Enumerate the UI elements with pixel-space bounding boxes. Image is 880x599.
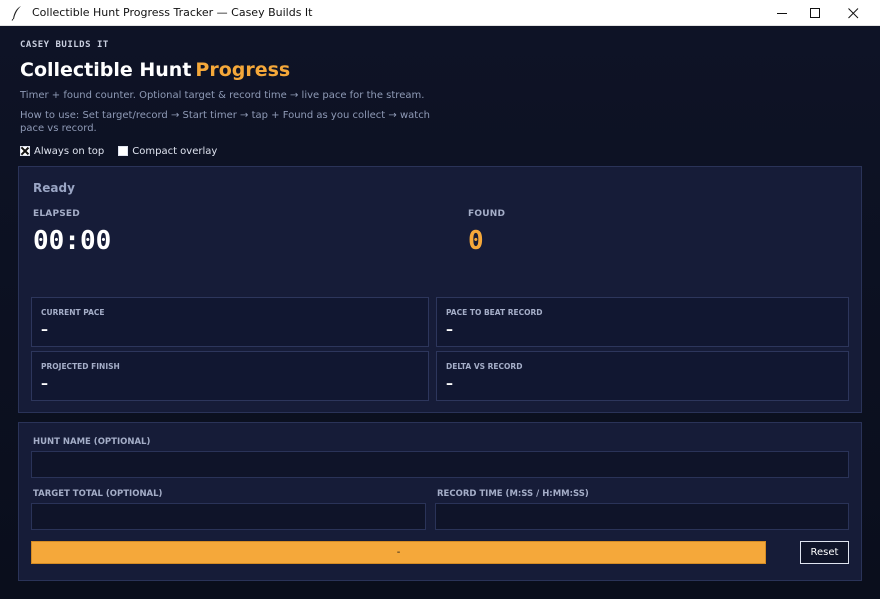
record-time-label: RECORD TIME (M:SS / H:MM:SS)	[437, 489, 589, 499]
close-icon	[848, 8, 859, 19]
options-row: Always on top Compact overlay	[20, 145, 231, 157]
current-pace-card: CURRENT PACE –	[31, 297, 429, 347]
always-on-top-checkbox[interactable]: Always on top	[20, 146, 104, 157]
delta-vs-record-card: DELTA VS RECORD –	[436, 351, 849, 401]
subtitle: Timer + found counter. Optional target &…	[20, 90, 425, 101]
current-pace-label: CURRENT PACE	[41, 308, 105, 317]
settings-form: HUNT NAME (OPTIONAL) TARGET TOTAL (OPTIO…	[18, 422, 862, 581]
maximize-icon	[810, 8, 820, 18]
always-on-top-label: Always on top	[34, 145, 105, 157]
target-total-input[interactable]	[31, 503, 426, 530]
checkbox-unchecked-icon[interactable]	[118, 146, 129, 156]
close-button[interactable]	[836, 0, 872, 26]
compact-overlay-checkbox[interactable]: Compact overlay	[118, 146, 217, 157]
page-title: Collectible Hunt Progress	[20, 59, 290, 81]
projected-finish-label: PROJECTED FINISH	[41, 362, 120, 371]
feather-icon	[11, 6, 21, 21]
delta-vs-record-label: DELTA VS RECORD	[446, 362, 523, 371]
window-title: Collectible Hunt Progress Tracker — Case…	[32, 6, 313, 19]
delta-vs-record-value: –	[446, 376, 453, 392]
stats-panel: Ready ELAPSED 00:00 FOUND 0 CURRENT PACE…	[18, 166, 862, 413]
checkbox-checked-icon[interactable]	[20, 146, 30, 156]
primary-action-button[interactable]: -	[31, 541, 766, 564]
hunt-name-input[interactable]	[31, 451, 849, 478]
minimize-icon	[777, 13, 787, 14]
window-content: CASEY BUILDS IT Collectible Hunt Progress…	[0, 26, 880, 599]
target-total-label: TARGET TOTAL (OPTIONAL)	[33, 489, 163, 499]
pace-to-beat-label: PACE TO BEAT RECORD	[446, 308, 543, 317]
title-bar: Collectible Hunt Progress Tracker — Case…	[0, 0, 880, 26]
title-main: Collectible Hunt	[20, 59, 192, 81]
elapsed-label: ELAPSED	[33, 209, 80, 219]
minimize-button[interactable]	[765, 0, 801, 26]
found-label: FOUND	[468, 209, 506, 219]
status-text: Ready	[33, 181, 75, 195]
maximize-button[interactable]	[798, 0, 834, 26]
reset-button[interactable]: Reset	[800, 541, 849, 564]
found-value: 0	[468, 226, 484, 256]
current-pace-value: –	[41, 322, 48, 338]
record-time-input[interactable]	[435, 503, 849, 530]
title-accent: Progress	[195, 59, 291, 81]
elapsed-value: 00:00	[33, 226, 112, 256]
projected-finish-card: PROJECTED FINISH –	[31, 351, 429, 401]
hunt-name-label: HUNT NAME (OPTIONAL)	[33, 437, 151, 447]
brand-label: CASEY BUILDS IT	[20, 40, 109, 50]
how-to-text: How to use: Set target/record → Start ti…	[20, 110, 431, 134]
compact-overlay-label: Compact overlay	[132, 145, 218, 157]
projected-finish-value: –	[41, 376, 48, 392]
pace-to-beat-card: PACE TO BEAT RECORD –	[436, 297, 849, 347]
pace-to-beat-value: –	[446, 322, 453, 338]
